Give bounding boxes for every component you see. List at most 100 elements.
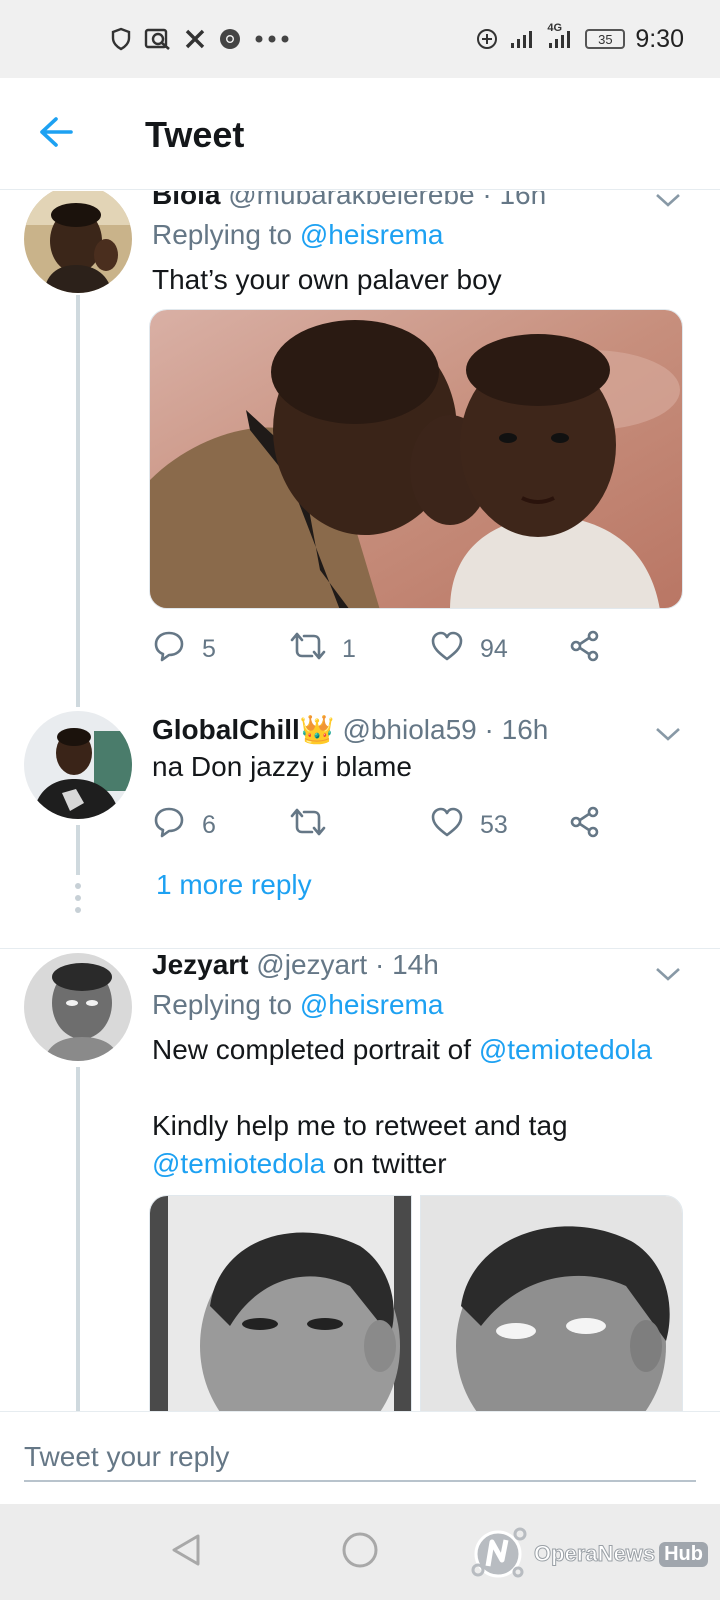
share-action[interactable]: [568, 805, 602, 845]
share-action[interactable]: [568, 629, 602, 669]
text-segment: New completed portrait of: [152, 1034, 472, 1065]
replying-to-mention[interactable]: @heisrema: [300, 989, 444, 1020]
retweet-count: 1: [342, 634, 356, 663]
reply-tweet[interactable]: Biola @mubarakbelerebe · 16h Replying to…: [0, 191, 720, 731]
x-icon: [184, 28, 206, 50]
chrome-icon: [218, 27, 242, 51]
system-navigation-bar: OperaNews Hub: [0, 1504, 720, 1600]
tweet-text-line: Kindly help me to retweet and tag: [152, 1110, 568, 1141]
author-name[interactable]: GlobalChill: [152, 714, 300, 745]
replying-to-label: Replying to: [152, 219, 293, 250]
retweet-action[interactable]: [290, 805, 342, 845]
tweet-text: That’s your own palaver boy: [152, 264, 502, 295]
author-name[interactable]: Jezyart: [152, 949, 249, 980]
heart-icon: [430, 630, 464, 669]
back-button[interactable]: [34, 112, 78, 156]
shield-icon: [110, 27, 132, 51]
reply-tweet[interactable]: GlobalChill👑 @bhiola59 · 16h na Don jazz…: [0, 711, 720, 931]
reply-input[interactable]: [24, 1434, 696, 1482]
replying-to: Replying to @heisrema: [152, 219, 443, 251]
tweet-time: · 16h: [482, 191, 547, 210]
tweet-text: na Don jazzy i blame: [152, 751, 412, 782]
like-action[interactable]: 94: [430, 629, 508, 669]
tweet-image[interactable]: [149, 1195, 412, 1411]
watermark-badge: Hub: [659, 1541, 708, 1567]
nav-home-button[interactable]: [334, 1526, 386, 1578]
tweet-text: New completed portrait of @temiotedola K…: [152, 1031, 690, 1183]
mention-link[interactable]: @temiotedola: [152, 1148, 325, 1179]
chevron-down-icon[interactable]: [654, 191, 682, 211]
reply-icon: [152, 629, 186, 670]
data-saver-icon: [475, 27, 499, 51]
reply-tweet[interactable]: Jezyart @jezyart · 14h Replying to @heis…: [0, 949, 720, 1411]
author-name[interactable]: Biola: [152, 191, 220, 210]
operanews-logo-icon: [466, 1520, 530, 1589]
battery-icon: 35: [585, 29, 626, 49]
tweet-header: Biola @mubarakbelerebe · 16h: [152, 191, 680, 211]
app-header: Tweet: [0, 78, 720, 190]
tweet-actions: 6 53: [152, 805, 622, 845]
tweet-image[interactable]: [149, 309, 683, 609]
page-title: Tweet: [145, 114, 245, 155]
retweet-action[interactable]: 1: [290, 629, 356, 669]
reply-composer-bar: [0, 1411, 720, 1504]
reply-count: 5: [202, 634, 216, 663]
network-type: 4G: [547, 22, 563, 34]
signal-icon: [509, 28, 537, 50]
chevron-down-icon[interactable]: [654, 725, 682, 745]
status-bar-system-icons: 4G 35 9:30: [475, 22, 684, 54]
tweet-replies-list[interactable]: Biola @mubarakbelerebe · 16h Replying to…: [0, 191, 720, 1411]
author-handle[interactable]: @bhiola59: [342, 714, 476, 745]
like-action[interactable]: 53: [430, 805, 508, 845]
reply-count: 6: [202, 810, 216, 839]
battery-level: 35: [598, 31, 613, 47]
avatar[interactable]: [24, 711, 132, 819]
mention-link[interactable]: @temiotedola: [479, 1034, 652, 1065]
network-4g-icon: 4G: [547, 22, 575, 50]
author-handle[interactable]: @jezyart: [256, 949, 367, 980]
avatar[interactable]: [24, 953, 132, 1061]
replying-to-mention[interactable]: @heisrema: [300, 219, 444, 250]
avatar[interactable]: [24, 191, 132, 293]
tweet-header: Jezyart @jezyart · 14h: [152, 949, 680, 981]
watermark-text: OperaNews: [533, 1541, 656, 1567]
thread-line: [76, 1067, 80, 1411]
watermark: OperaNews Hub: [466, 1522, 708, 1586]
share-icon: [568, 805, 602, 846]
thread-line: [76, 825, 80, 875]
tweet-time: · 16h: [484, 714, 549, 745]
reply-icon: [152, 805, 186, 846]
replying-to-label: Replying to: [152, 989, 293, 1020]
replying-to: Replying to @heisrema: [152, 989, 443, 1021]
tweet-header: GlobalChill👑 @bhiola59 · 16h: [152, 713, 680, 746]
status-bar: 4G 35 9:30: [0, 0, 720, 78]
reply-action[interactable]: 6: [152, 805, 216, 845]
nav-back-button[interactable]: [160, 1526, 212, 1578]
search-screen-icon: [144, 27, 172, 51]
crown-emoji: 👑: [299, 714, 335, 745]
reply-action[interactable]: 5: [152, 629, 216, 669]
thread-line: [76, 295, 80, 707]
retweet-icon: [290, 807, 326, 844]
status-time: 9:30: [635, 24, 684, 53]
like-count: 53: [480, 810, 508, 839]
back-triangle-icon: [168, 1532, 204, 1573]
thread-continuation-dots: [74, 883, 82, 919]
home-circle-icon: [340, 1530, 380, 1575]
tweet-image[interactable]: [420, 1195, 683, 1411]
tweet-actions: 5 1 94: [152, 629, 622, 669]
share-icon: [568, 629, 602, 670]
more-dots-icon: [254, 34, 290, 44]
more-replies-link[interactable]: 1 more reply: [156, 869, 312, 901]
tweet-text-line: New completed portrait of @temiotedola: [152, 1031, 690, 1069]
retweet-icon: [290, 631, 326, 668]
tweet-text-line: @temiotedola on twitter: [152, 1145, 690, 1183]
like-count: 94: [480, 634, 508, 663]
status-bar-notification-icons: [110, 24, 290, 54]
chevron-down-icon[interactable]: [654, 965, 682, 985]
arrow-left-icon: [38, 116, 74, 153]
text-segment: on twitter: [332, 1148, 447, 1179]
heart-icon: [430, 806, 464, 845]
tweet-time: · 14h: [374, 949, 439, 980]
author-handle[interactable]: @mubarakbelerebe: [228, 191, 474, 210]
